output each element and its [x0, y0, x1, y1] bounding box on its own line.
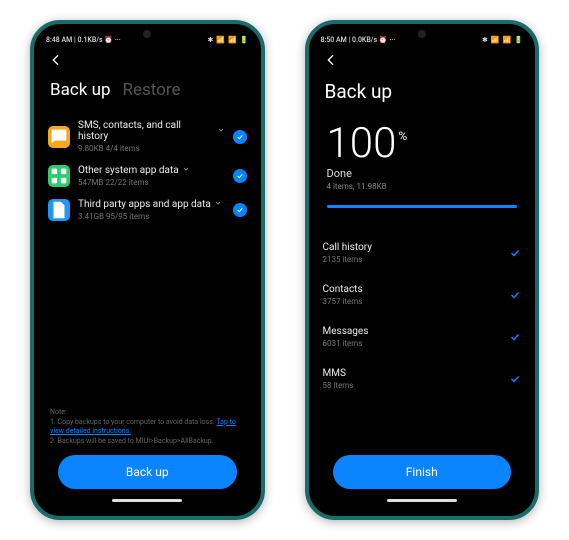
- done-label: Done: [327, 167, 518, 180]
- percent-number: 100: [327, 123, 397, 165]
- back-arrow-icon[interactable]: [323, 53, 339, 72]
- category-system[interactable]: Other system app data 547MB 22/22 items: [48, 159, 247, 193]
- signal-icon: 📶: [216, 36, 225, 44]
- percent-block: 100 % Done 4 items, 11.98KB: [323, 117, 522, 222]
- camera-notch: [143, 30, 151, 38]
- check-icon: [509, 370, 521, 389]
- signal-icon: 📶: [491, 36, 500, 44]
- category-text: SMS, contacts, and call history 9.80KB 4…: [78, 120, 225, 153]
- result-sub: 3757 items: [323, 297, 510, 306]
- result-list: Call history 2135 items Contacts 3757 it…: [323, 232, 522, 400]
- chevron-down-icon[interactable]: [217, 126, 225, 137]
- result-sub: 2135 items: [323, 255, 510, 264]
- status-speed: 0.1KB/s: [78, 36, 103, 44]
- tab-backup[interactable]: Back up: [50, 80, 111, 100]
- category-text: Other system app data 547MB 22/22 items: [78, 165, 225, 187]
- signal-icon: 📶: [503, 36, 512, 44]
- result-title: Contacts: [323, 284, 510, 295]
- status-left: 8:50 AM | 0.0KB/s ⏰ ···: [321, 36, 396, 44]
- camera-notch: [418, 30, 426, 38]
- result-item-contacts: Contacts 3757 items: [323, 274, 522, 316]
- category-thirdparty[interactable]: Third party apps and app data 3.41GB 95/…: [48, 193, 247, 227]
- result-title: Call history: [323, 242, 510, 253]
- check-icon[interactable]: [233, 130, 247, 144]
- category-sub: 9.80KB 4/4 items: [78, 144, 225, 153]
- note-heading: Note:: [50, 408, 245, 418]
- home-indicator[interactable]: [387, 499, 457, 502]
- status-speed: 0.0KB/s: [352, 36, 377, 44]
- check-icon: [509, 244, 521, 263]
- content-area: SMS, contacts, and call history 9.80KB 4…: [34, 114, 261, 493]
- done-sub: 4 items, 11.98KB: [327, 182, 518, 191]
- result-sub: 6031 items: [323, 339, 510, 348]
- status-right: ✱ 📶 📶 🔋: [482, 36, 523, 44]
- back-row: [34, 48, 261, 80]
- note-block: Note: 1. Copy backups to your computer t…: [48, 408, 247, 455]
- status-time: 8:48 AM: [46, 36, 72, 44]
- back-arrow-icon[interactable]: [48, 53, 64, 72]
- check-icon[interactable]: [233, 203, 247, 217]
- status-time: 8:50 AM: [321, 36, 347, 44]
- percent-symbol: %: [398, 129, 407, 143]
- progress-bar: [327, 205, 518, 208]
- note-line1a: 1. Copy backups to your computer to avoi…: [50, 418, 216, 426]
- phone-left: 8:48 AM | 0.1KB/s ⏰ ··· ✱ 📶 📶 🔋 Back up …: [30, 20, 265, 520]
- chevron-down-icon[interactable]: [182, 165, 190, 176]
- alarm-icon: ⏰: [379, 36, 388, 44]
- apps-icon: [48, 165, 70, 187]
- battery-icon: 🔋: [240, 36, 249, 44]
- signal-icon: 📶: [228, 36, 237, 44]
- category-sub: 3.41GB 95/95 items: [78, 212, 225, 221]
- result-item-messages: Messages 6031 items: [323, 316, 522, 358]
- result-item-callhistory: Call history 2135 items: [323, 232, 522, 274]
- category-title: Third party apps and app data: [78, 199, 211, 210]
- backup-button[interactable]: Back up: [58, 455, 237, 489]
- bluetooth-icon: ✱: [207, 36, 213, 44]
- category-title: SMS, contacts, and call history: [78, 120, 214, 142]
- status-right: ✱ 📶 📶 🔋: [207, 36, 248, 44]
- home-indicator[interactable]: [112, 499, 182, 502]
- battery-icon: 🔋: [514, 36, 523, 44]
- file-icon: [48, 199, 70, 221]
- tab-restore[interactable]: Restore: [123, 80, 181, 100]
- sms-icon: [48, 126, 70, 148]
- check-icon: [509, 286, 521, 305]
- result-sub: 58 items: [323, 381, 510, 390]
- status-left: 8:48 AM | 0.1KB/s ⏰ ···: [46, 36, 121, 44]
- content-area: 100 % Done 4 items, 11.98KB Call history…: [309, 117, 536, 493]
- check-icon: [509, 328, 521, 347]
- result-item-mms: MMS 58 items: [323, 358, 522, 400]
- category-text: Third party apps and app data 3.41GB 95/…: [78, 199, 225, 221]
- page-title: Back up: [325, 80, 393, 103]
- phone-right: 8:50 AM | 0.0KB/s ⏰ ··· ✱ 📶 📶 🔋 Back up …: [305, 20, 540, 520]
- category-sms[interactable]: SMS, contacts, and call history 9.80KB 4…: [48, 114, 247, 159]
- result-title: Messages: [323, 326, 510, 337]
- chevron-down-icon[interactable]: [214, 199, 222, 210]
- back-row: [309, 48, 536, 80]
- check-icon[interactable]: [233, 169, 247, 183]
- tab-row: Back up Restore: [34, 80, 261, 114]
- alarm-icon: ⏰: [104, 36, 113, 44]
- note-line2: 2. Backups will be saved to MIUI>Backup>…: [50, 437, 245, 447]
- category-title: Other system app data: [78, 165, 179, 176]
- finish-button[interactable]: Finish: [333, 455, 512, 489]
- title-row: Back up: [309, 80, 536, 117]
- category-sub: 547MB 22/22 items: [78, 178, 225, 187]
- result-title: MMS: [323, 368, 510, 379]
- bluetooth-icon: ✱: [482, 36, 488, 44]
